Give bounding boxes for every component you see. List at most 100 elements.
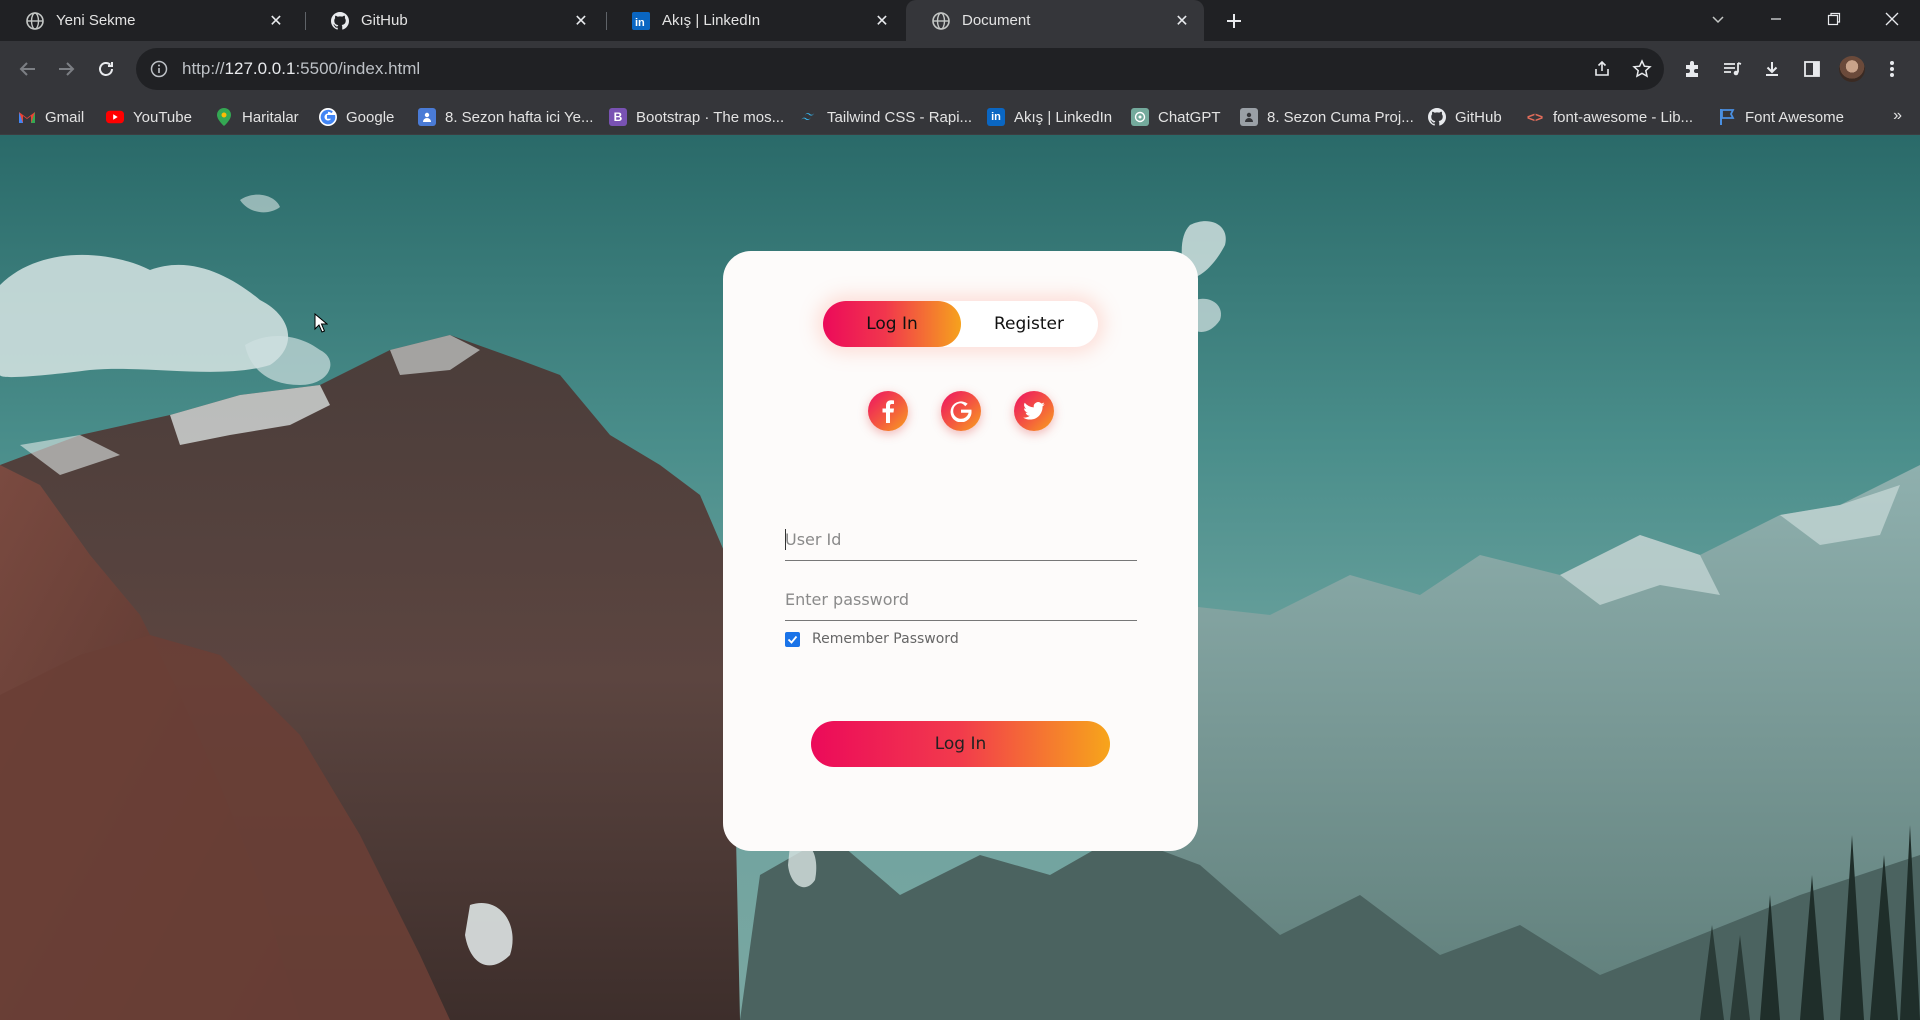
login-card: Log In Register Remember Password Log In: [723, 251, 1198, 851]
tailwind-icon: [800, 108, 818, 126]
toggle-register-button[interactable]: Register: [960, 301, 1098, 347]
twitter-button[interactable]: [1014, 391, 1054, 431]
github-icon: [1428, 108, 1446, 126]
close-icon[interactable]: ✕: [872, 11, 892, 31]
more-vert-icon: [1890, 61, 1894, 77]
userid-field[interactable]: [785, 519, 1137, 561]
close-icon[interactable]: ✕: [266, 11, 286, 31]
bookmark-label: Gmail: [45, 108, 85, 126]
page-viewport: Log In Register Remember Password Log In: [0, 135, 1920, 1020]
bookmark-sezon-cuma[interactable]: 8. Sezon Cuma Proj...: [1240, 99, 1414, 135]
linkedin-icon: in: [987, 108, 1005, 126]
tab-search-button[interactable]: [1694, 0, 1742, 38]
bootstrap-icon: B: [609, 108, 627, 126]
tab-title: GitHub: [361, 12, 408, 29]
toggle-login-button[interactable]: Log In: [823, 301, 961, 347]
menu-button[interactable]: [1876, 53, 1908, 85]
text-caret: [785, 529, 786, 550]
share-icon: [1595, 60, 1609, 76]
bookmark-tailwind[interactable]: Tailwind CSS - Rapi...: [800, 99, 972, 135]
tab-document[interactable]: Document ✕: [906, 0, 1204, 41]
tab-yeni-sekme[interactable]: Yeni Sekme ✕: [0, 0, 298, 41]
code-icon: <>: [1526, 109, 1544, 125]
side-panel-button[interactable]: [1796, 53, 1828, 85]
profile-button[interactable]: [1836, 53, 1868, 85]
close-icon[interactable]: ✕: [571, 11, 591, 31]
bookmark-label: ChatGPT: [1158, 108, 1221, 126]
gmail-icon: [18, 108, 36, 126]
remember-checkbox[interactable]: [785, 631, 800, 647]
bookmark-haritalar[interactable]: Haritalar: [215, 99, 299, 135]
chatgpt-icon: [1131, 108, 1149, 126]
remember-label[interactable]: Remember Password: [812, 631, 959, 647]
side-panel-icon: [1804, 61, 1820, 77]
flag-icon: [1718, 108, 1736, 126]
github-icon: [331, 11, 349, 30]
bookmark-label: Tailwind CSS - Rapi...: [827, 108, 973, 126]
extensions-button[interactable]: [1676, 53, 1708, 85]
bookmark-linkedin[interactable]: in Akış | LinkedIn: [987, 99, 1112, 135]
download-icon: [1766, 62, 1778, 76]
bookmark-label: Akış | LinkedIn: [1014, 108, 1113, 126]
tab-title: Document: [962, 12, 1031, 29]
star-icon: [1632, 59, 1652, 78]
tab-github[interactable]: GitHub ✕: [305, 0, 603, 41]
bookmark-gmail[interactable]: Gmail: [18, 99, 84, 135]
arrow-left-icon: [19, 62, 35, 76]
bookmarks-overflow-button[interactable]: »: [1893, 107, 1902, 125]
info-icon[interactable]: [150, 60, 168, 78]
tab-title: Akış | LinkedIn: [662, 12, 761, 29]
reload-button[interactable]: [90, 53, 122, 85]
globe-icon: [26, 11, 44, 30]
google-icon: [319, 108, 337, 126]
classroom-icon: [1240, 108, 1258, 126]
bookmark-bootstrap[interactable]: B Bootstrap · The mos...: [609, 99, 784, 135]
bookmark-font-awesome[interactable]: Font Awesome: [1718, 99, 1844, 135]
url-text: http://127.0.0.1:5500/index.html: [182, 59, 421, 78]
bookmark-google[interactable]: Google: [319, 99, 394, 135]
close-window-button[interactable]: [1868, 0, 1916, 38]
bookmark-label: 8. Sezon Cuma Proj...: [1267, 108, 1414, 126]
avatar: [1839, 56, 1865, 82]
reload-icon: [99, 62, 113, 76]
close-icon: [1885, 12, 1899, 26]
password-field[interactable]: [785, 579, 1137, 621]
media-button[interactable]: [1716, 53, 1748, 85]
bookmark-sezon-hafta[interactable]: 8. Sezon hafta ici Ye...: [418, 99, 593, 135]
downloads-button[interactable]: [1756, 53, 1788, 85]
restore-button[interactable]: [1810, 0, 1858, 38]
google-icon: [950, 401, 972, 422]
tab-linkedin[interactable]: in Akış | LinkedIn ✕: [606, 0, 904, 41]
bookmark-youtube[interactable]: YouTube: [106, 99, 192, 135]
address-bar[interactable]: http://127.0.0.1:5500/index.html: [136, 48, 1664, 90]
bookmark-label: Font Awesome: [1745, 108, 1844, 126]
login-submit-button[interactable]: Log In: [811, 721, 1110, 767]
bookmark-font-awesome-lib[interactable]: <> font-awesome - Lib...: [1526, 99, 1693, 135]
svg-text:in: in: [635, 17, 645, 29]
forward-button[interactable]: [50, 53, 82, 85]
checkmark-icon: [787, 635, 798, 644]
mouse-cursor-icon: [314, 313, 328, 333]
bookmark-label: GitHub: [1455, 108, 1502, 126]
share-button[interactable]: [1586, 53, 1618, 85]
bookmark-label: font-awesome - Lib...: [1553, 108, 1694, 126]
minimize-button[interactable]: [1752, 0, 1800, 38]
bookmark-label: Bootstrap · The mos...: [636, 108, 785, 126]
facebook-icon: [882, 400, 894, 423]
userid-input[interactable]: [785, 530, 1137, 549]
bookmark-github[interactable]: GitHub: [1428, 99, 1502, 135]
puzzle-icon: [1686, 61, 1698, 77]
classroom-icon: [418, 108, 436, 126]
google-button[interactable]: [941, 391, 981, 431]
new-tab-button[interactable]: [1220, 7, 1248, 35]
remember-row: Remember Password: [785, 631, 959, 647]
back-button[interactable]: [12, 53, 44, 85]
password-input[interactable]: [785, 590, 1137, 609]
close-icon[interactable]: ✕: [1172, 11, 1192, 31]
arrow-right-icon: [59, 62, 75, 76]
playlist-icon: [1724, 62, 1742, 76]
bookmark-star-button[interactable]: [1626, 53, 1658, 85]
facebook-button[interactable]: [868, 391, 908, 431]
bookmark-label: Google: [346, 108, 395, 126]
bookmark-chatgpt[interactable]: ChatGPT: [1131, 99, 1221, 135]
